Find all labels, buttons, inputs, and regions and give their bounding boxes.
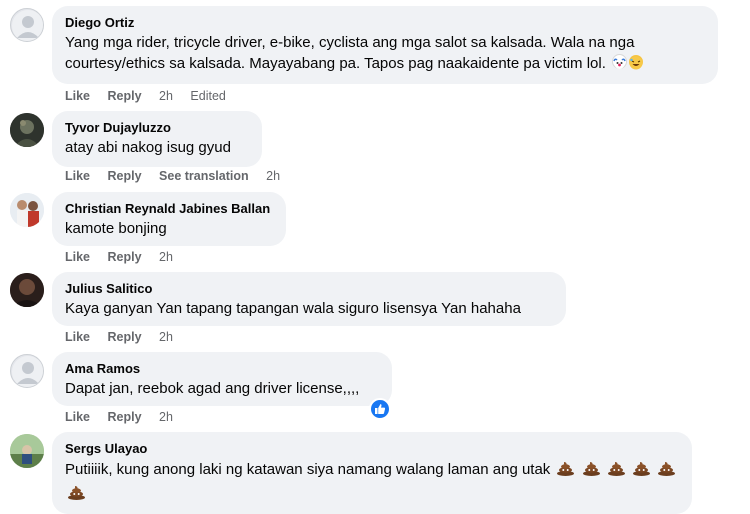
poop-icon [68, 486, 85, 500]
avatar[interactable] [10, 354, 44, 388]
poop-icon [633, 462, 650, 476]
reply-button[interactable]: Reply [108, 250, 142, 264]
poop-icon [582, 462, 600, 476]
comment-bubble: Julius Salitico Kaya ganyan Yan tapang t… [52, 272, 566, 326]
comment-body: Putiiiik, kung anong laki ng katawan siy… [65, 461, 551, 478]
timestamp[interactable]: 2h [159, 89, 173, 103]
like-button[interactable]: Like [65, 250, 90, 264]
comment-text: atay abi nakog isug gyud [65, 139, 231, 156]
default-avatar-icon [12, 356, 43, 387]
like-button[interactable]: Like [65, 330, 90, 344]
poop-icon [557, 462, 575, 476]
default-avatar-icon [12, 10, 43, 41]
comment-body: Yang mga rider, tricycle driver, e-bike,… [65, 34, 635, 72]
reply-button[interactable]: Reply [108, 169, 142, 183]
comment-text: kamote bonjing [65, 220, 167, 237]
timestamp[interactable]: 2h [159, 250, 173, 264]
profile-photo-icon [10, 434, 44, 468]
commenter-name[interactable]: Christian Reynald Jabines Ballan [65, 200, 274, 217]
comment-actions: Like Reply 2h [65, 250, 187, 264]
timestamp[interactable]: 2h [266, 169, 280, 183]
like-button[interactable]: Like [65, 169, 90, 183]
commenter-name[interactable]: Tyvor Dujayluzzo [65, 119, 250, 136]
avatar[interactable] [10, 434, 44, 468]
comment-text: Kaya ganyan Yan tapang tapangan wala sig… [65, 300, 521, 317]
avatar[interactable] [10, 273, 44, 307]
profile-photo-icon [10, 273, 44, 307]
avatar[interactable] [10, 193, 44, 227]
see-translation-link[interactable]: See translation [159, 169, 249, 183]
commenter-name[interactable]: Sergs Ulayao [65, 440, 680, 457]
comment-actions: Like Reply 2h Edited [65, 89, 226, 103]
avatar[interactable] [10, 113, 44, 147]
comment: Ama Ramos Dapat jan, reebok agad ang dri… [0, 350, 750, 430]
comment-bubble: Sergs Ulayao Putiiiik, kung anong laki n… [52, 432, 692, 514]
commenter-name[interactable]: Diego Ortiz [65, 14, 706, 31]
comment: Christian Reynald Jabines Ballan kamote … [0, 190, 750, 270]
like-button[interactable]: Like [65, 89, 90, 103]
rolling-laughing-icon [629, 55, 644, 70]
like-button[interactable]: Like [65, 410, 90, 424]
timestamp[interactable]: 2h [159, 330, 173, 344]
poop-icon [607, 462, 625, 476]
timestamp[interactable]: 2h [159, 410, 173, 424]
comment-bubble: Diego Ortiz Yang mga rider, tricycle dri… [52, 6, 718, 84]
comment-text: Dapat jan, reebok agad ang driver licens… [65, 380, 360, 397]
comment-text: Yang mga rider, tricycle driver, e-bike,… [65, 32, 706, 74]
profile-photo-icon [10, 113, 44, 147]
comment-actions: Like Reply 2h [65, 330, 187, 344]
comment: Sergs Ulayao Putiiiik, kung anong laki n… [0, 430, 750, 514]
comment-text: Putiiiik, kung anong laki ng katawan siy… [65, 458, 680, 506]
profile-photo-icon [10, 193, 44, 227]
comment-bubble: Ama Ramos Dapat jan, reebok agad ang dri… [52, 352, 392, 406]
comment: Tyvor Dujayluzzo atay abi nakog isug gyu… [0, 108, 750, 188]
comment-actions: Like Reply 2h [65, 410, 187, 424]
avatar[interactable] [10, 8, 44, 42]
like-reaction-icon[interactable] [369, 398, 391, 420]
comment-bubble: Christian Reynald Jabines Ballan kamote … [52, 192, 286, 246]
comment-actions: Like Reply See translation 2h [65, 169, 294, 183]
clown-face-icon [612, 54, 628, 69]
commenter-name[interactable]: Ama Ramos [65, 360, 380, 377]
reply-button[interactable]: Reply [108, 330, 142, 344]
comment: Julius Salitico Kaya ganyan Yan tapang t… [0, 270, 750, 350]
comment-bubble: Tyvor Dujayluzzo atay abi nakog isug gyu… [52, 111, 262, 167]
reply-button[interactable]: Reply [108, 410, 142, 424]
comment: Diego Ortiz Yang mga rider, tricycle dri… [0, 0, 750, 110]
reply-button[interactable]: Reply [108, 89, 142, 103]
edited-label: Edited [190, 89, 226, 103]
commenter-name[interactable]: Julius Salitico [65, 280, 554, 297]
poop-icon [658, 462, 676, 476]
